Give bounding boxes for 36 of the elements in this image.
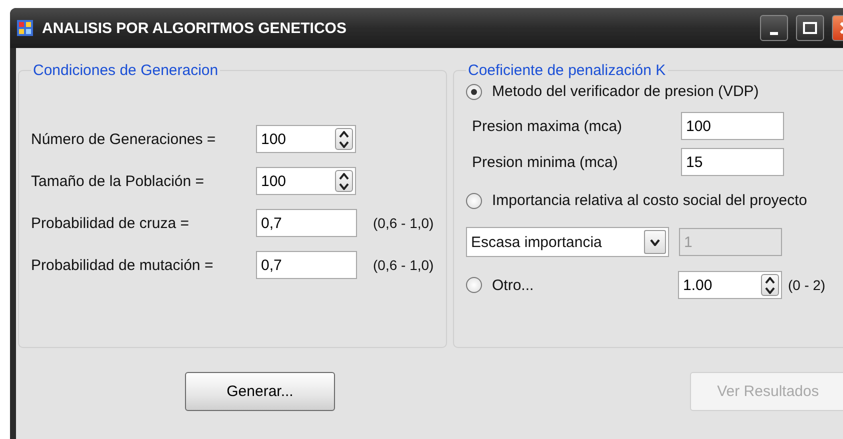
radio-button[interactable]: [466, 277, 482, 293]
minimize-icon: [770, 32, 778, 34]
field-label: Presion maxima (mca): [472, 118, 624, 134]
number-spinner[interactable]: 100: [256, 167, 356, 195]
text-field[interactable]: 0,7: [256, 251, 357, 279]
range-hint: (0,6 - 1,0): [373, 257, 435, 273]
field-label: Tamaño de la Población =: [31, 172, 206, 190]
range-hint: (0 - 2): [788, 277, 826, 293]
minimize-button[interactable]: [760, 15, 788, 41]
range-hint: (0,6 - 1,0): [373, 215, 435, 231]
radio-button[interactable]: [466, 192, 482, 208]
maximize-button[interactable]: [796, 15, 824, 41]
radio-label: Metodo del verificador de presion (VDP): [492, 83, 759, 100]
chevron-down-icon[interactable]: [644, 230, 666, 254]
window-title: ANALISIS POR ALGORITMOS GENETICOS: [42, 20, 348, 36]
dropdown[interactable]: Escasa importancia: [466, 227, 669, 257]
group-title: Condiciones de Generacion: [32, 62, 220, 79]
number-spinner[interactable]: 100: [256, 125, 356, 153]
radio-label: Otro...: [492, 276, 534, 294]
maximize-icon: [803, 22, 817, 34]
field-label: Número de Generaciones =: [31, 130, 217, 148]
group-title: Coeficiente de penalización K: [467, 62, 667, 79]
number-spinner[interactable]: 1.00: [678, 271, 782, 299]
radio-label: Importancia relativa al costo social del proyecto: [492, 192, 808, 209]
spin-arrows-icon[interactable]: [761, 274, 779, 296]
field-label: Probabilidad de mutación =: [31, 256, 214, 274]
spin-arrows-icon[interactable]: [335, 128, 353, 150]
text-field[interactable]: 15: [681, 148, 784, 176]
field-label: Presion minima (mca): [472, 154, 619, 170]
text-field[interactable]: 0,7: [256, 209, 357, 237]
generate-button[interactable]: Generar...: [185, 372, 335, 411]
app-icon: [16, 19, 34, 37]
radio-button[interactable]: [466, 84, 482, 100]
field-label: Probabilidad de cruza =: [31, 214, 190, 232]
spin-arrows-icon[interactable]: [335, 170, 353, 192]
text-field[interactable]: 100: [681, 112, 784, 140]
